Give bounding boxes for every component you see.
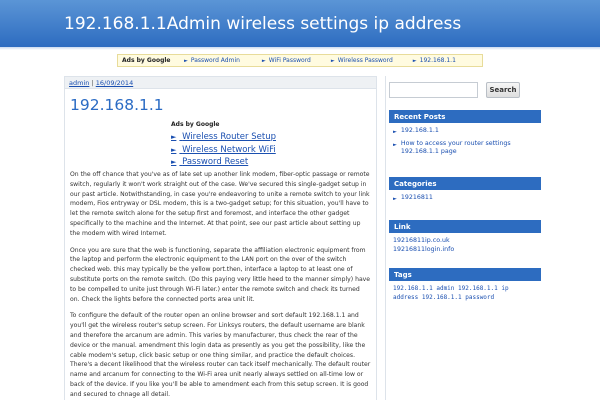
widget-title: Categories — [389, 177, 541, 190]
post-date-link[interactable]: 16/09/2014 — [96, 79, 133, 87]
ad-link-password-admin[interactable]: ► Password Admin — [184, 57, 240, 64]
post-body: On the off chance that you've as of late… — [70, 170, 371, 400]
list-item: ► How to access your router settings 192.… — [393, 140, 537, 157]
post-author-link[interactable]: admin — [69, 79, 89, 87]
post-paragraph: To configure the default of the router o… — [70, 312, 371, 398]
triangle-right-icon: ► — [393, 196, 397, 202]
main-content: admin | 16/09/2014 192.168.1.1 Ads by Go… — [64, 76, 377, 400]
search-input[interactable] — [389, 82, 478, 98]
blogroll-link[interactable]: 19216811login.info — [393, 246, 454, 253]
post-title[interactable]: 192.168.1.1 — [70, 96, 164, 114]
ad-link-wireless-network-wifi[interactable]: ► Wireless Network WiFi — [171, 144, 276, 157]
meta-separator: | — [91, 79, 94, 87]
ad-link-wifi-password[interactable]: ► WiFi Password — [262, 57, 311, 64]
widget-title: Link — [389, 220, 541, 233]
ad-link-password-reset[interactable]: ► Password Reset — [171, 156, 276, 169]
triangle-right-icon: ► — [261, 57, 266, 64]
top-ad-bar: Ads by Google ► Password Admin ► WiFi Pass… — [117, 54, 483, 67]
search-form: Search — [389, 82, 541, 98]
triangle-right-icon: ► — [330, 57, 335, 64]
tags-widget: Tags 192.168.1.1 admin 192.168.1.1 ip ad… — [389, 268, 541, 306]
triangle-right-icon: ► — [412, 57, 417, 64]
blogroll-link[interactable]: 19216811ip.co.uk — [393, 237, 450, 244]
widget-title: Recent Posts — [389, 110, 541, 123]
ad-link-wireless-password[interactable]: ► Wireless Password — [331, 57, 393, 64]
categories-widget: Categories ► 19216811 — [389, 177, 541, 211]
header-shadow — [0, 47, 600, 50]
list-item: ► 19216811 — [393, 194, 537, 204]
site-header: 192.168.1.1Admin wireless settings ip ad… — [0, 0, 600, 47]
triangle-right-icon: ► — [184, 57, 188, 64]
triangle-right-icon: ► — [393, 129, 397, 135]
site-title[interactable]: 192.168.1.1Admin wireless settings ip ad… — [64, 14, 461, 34]
recent-post-link[interactable]: How to access your router settings 192.1… — [401, 140, 537, 157]
triangle-right-icon: ► — [171, 158, 177, 167]
ads-by-google-label[interactable]: Ads by Google — [122, 57, 176, 64]
ad-link-192-168-1-1[interactable]: ► 192.168.1.1 — [413, 57, 456, 64]
category-link[interactable]: 19216811 — [401, 194, 433, 204]
sidebar: Search Recent Posts ► 192.168.1.1 ► How to… — [385, 76, 543, 400]
inline-ad-block: Ads by Google ► Wireless Router Setup ► … — [171, 121, 276, 169]
triangle-right-icon: ► — [171, 133, 177, 141]
list-item: ► 192.168.1.1 — [393, 127, 537, 137]
recent-post-link[interactable]: 192.168.1.1 — [401, 127, 439, 137]
triangle-right-icon: ► — [171, 145, 177, 154]
post-meta: admin | 16/09/2014 — [65, 77, 376, 89]
tag-cloud[interactable]: 192.168.1.1 admin 192.168.1.1 ip address… — [393, 285, 509, 301]
post-paragraph: On the off chance that you've as of late… — [70, 171, 370, 237]
post-paragraph: Once you are sure that the web is functi… — [70, 246, 371, 303]
link-widget: Link 19216811ip.co.uk 19216811login.info — [389, 220, 541, 258]
search-button[interactable]: Search — [486, 82, 520, 98]
widget-title: Tags — [389, 268, 541, 281]
inline-ads-label[interactable]: Ads by Google — [171, 121, 276, 128]
triangle-right-icon: ► — [393, 141, 397, 148]
recent-posts-widget: Recent Posts ► 192.168.1.1 ► How to access… — [389, 110, 541, 164]
ad-link-wireless-router-setup[interactable]: ► Wireless Router Setup — [171, 131, 276, 144]
